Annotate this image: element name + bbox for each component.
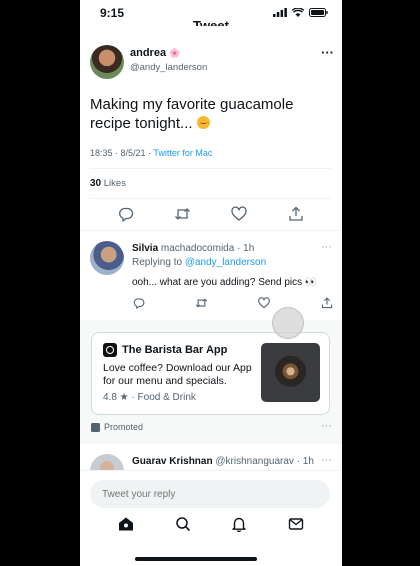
author-handle[interactable]: @andy_landerson — [130, 62, 207, 73]
author-name-text: andrea — [130, 47, 167, 59]
replying-to-mention[interactable]: @andy_landerson — [185, 257, 266, 268]
tab-notifications[interactable] — [230, 515, 248, 533]
author-emoji: 🌸 — [169, 48, 181, 58]
touch-indicator — [272, 307, 304, 339]
reply-button[interactable] — [132, 296, 146, 310]
tab-bar — [80, 515, 342, 533]
promoted-label: Promoted — [91, 422, 143, 432]
reply-tweet[interactable]: Silvia machadocomida · 1h ··· Replying t… — [80, 232, 342, 320]
promoted-text: Promoted — [104, 422, 144, 432]
reply-icon — [119, 207, 134, 222]
retweet-button[interactable] — [195, 296, 209, 310]
app-promo-card[interactable]: The Barista Bar App Love coffee? Downloa… — [91, 332, 330, 415]
heart-icon — [231, 206, 247, 221]
share-icon — [321, 297, 333, 309]
retweet-button[interactable] — [174, 205, 192, 223]
divider — [80, 230, 342, 231]
bottom-bar — [80, 470, 342, 566]
like-button[interactable] — [230, 205, 248, 223]
tweet-text-body: Making my favorite guacamole recipe toni… — [90, 96, 294, 132]
reply-input[interactable] — [90, 480, 330, 508]
replying-to-label: Replying to — [132, 257, 185, 268]
divider — [90, 198, 332, 199]
promoted-section: The Barista Bar App Love coffee? Downloa… — [80, 320, 342, 444]
phone-screen: 9:15 ← Tweet andrea 🌸 @andy_landerson ··… — [80, 0, 342, 566]
likes-label: Likes — [101, 178, 126, 189]
reply-header: Guarav Krishnan @krishnanguarav · 1h — [132, 456, 314, 467]
app-rating: 4.8 ★ · Food & Drink — [103, 392, 196, 403]
reply-icon — [133, 298, 145, 309]
battery-icon — [309, 8, 328, 17]
app-icon — [103, 343, 117, 357]
share-button[interactable] — [320, 296, 334, 310]
bell-icon — [232, 517, 246, 532]
reply-actions — [132, 296, 334, 310]
tweet-author: andrea 🌸 @andy_landerson ··· — [90, 45, 334, 83]
tweet-text: Making my favorite guacamole recipe toni… — [90, 95, 334, 133]
search-icon — [176, 517, 190, 532]
home-indicator[interactable] — [135, 557, 257, 561]
retweet-icon — [175, 208, 191, 220]
wifi-icon — [292, 8, 304, 17]
app-name: The Barista Bar App — [122, 344, 228, 356]
divider — [90, 168, 332, 169]
share-button[interactable] — [287, 205, 305, 223]
avatar[interactable] — [90, 454, 124, 470]
status-icons — [273, 8, 328, 17]
mail-icon — [288, 518, 303, 530]
smile-emoji-icon — [196, 116, 210, 129]
home-icon — [119, 517, 134, 531]
tab-messages[interactable] — [287, 515, 305, 533]
reply-more-button[interactable]: ··· — [321, 241, 332, 253]
tweet-more-button[interactable]: ··· — [321, 45, 334, 60]
author-name[interactable]: andrea 🌸 — [130, 47, 180, 59]
tab-search[interactable] — [174, 515, 192, 533]
avatar[interactable] — [90, 241, 124, 275]
signal-icon — [273, 8, 287, 17]
likes-count[interactable]: 30 Likes — [90, 178, 126, 189]
reply-tweet[interactable]: Guarav Krishnan @krishnanguarav · 1h ··· — [80, 446, 342, 470]
tweet-meta: 18:35 · 8/5/21 · Twitter for Mac — [90, 148, 212, 158]
app-description: Love coffee? Download our App for our me… — [103, 362, 252, 387]
app-thumbnail-image — [261, 343, 320, 402]
share-icon — [289, 206, 303, 221]
reply-more-button[interactable]: ··· — [321, 454, 332, 466]
reply-button[interactable] — [117, 205, 135, 223]
tab-home[interactable] — [117, 515, 135, 533]
reply-author-name[interactable]: Silvia — [132, 243, 158, 254]
like-button[interactable] — [257, 296, 271, 310]
page-title: Tweet — [193, 18, 229, 32]
promoted-icon — [91, 422, 100, 432]
tweet-source-link[interactable]: Twitter for Mac — [153, 148, 212, 158]
avatar[interactable] — [90, 45, 124, 79]
reply-handle-time: @krishnanguarav · 1h — [212, 456, 314, 467]
reply-handle-time: machadocomida · 1h — [158, 243, 255, 254]
reply-author-name[interactable]: Guarav Krishnan — [132, 456, 213, 467]
heart-icon — [258, 297, 271, 309]
reply-text: ooh... what are you adding? Send pics 👀 — [132, 277, 318, 288]
promo-more-button[interactable]: ··· — [321, 420, 332, 432]
retweet-icon — [196, 298, 208, 308]
reply-header: Silvia machadocomida · 1h — [132, 243, 254, 254]
tweet-actions — [80, 205, 342, 223]
replying-to: Replying to @andy_landerson — [132, 257, 266, 268]
tweet-timestamp: 18:35 · 8/5/21 · — [90, 148, 154, 158]
likes-number: 30 — [90, 178, 102, 189]
